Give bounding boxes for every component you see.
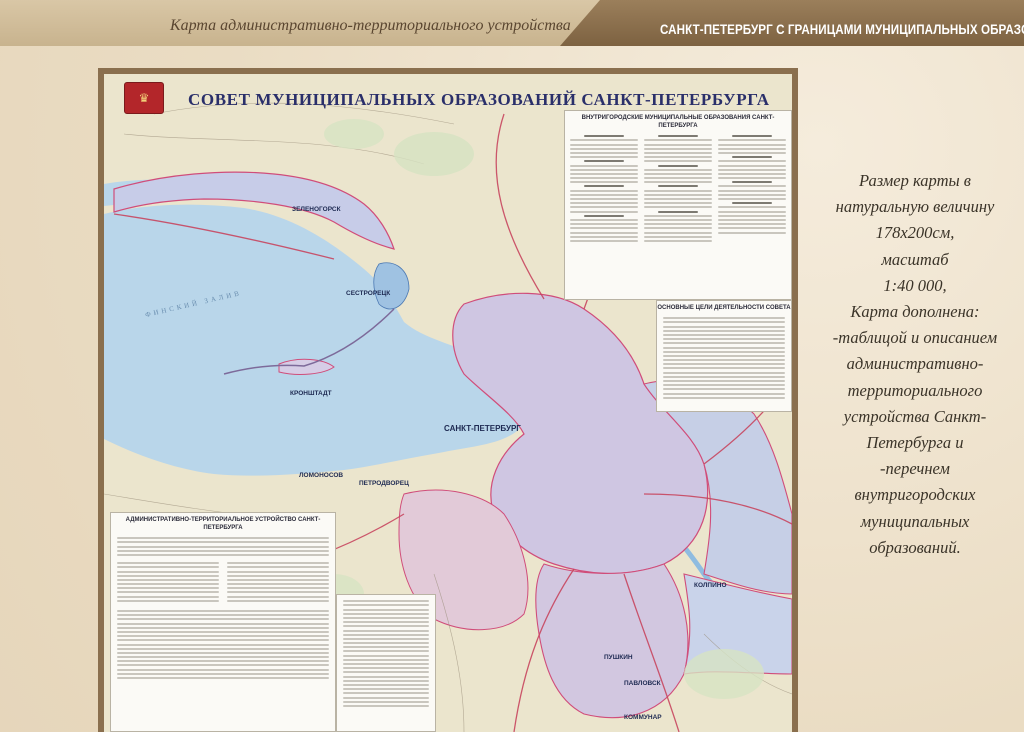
description-line: 1:40 000, <box>883 275 947 295</box>
label-lomonosov: ЛОМОНОСОВ <box>299 472 344 479</box>
history-text-panel <box>336 594 436 732</box>
admin-structure-title: АДМИНИСТРАТИВНО-ТЕРРИТОРИАЛЬНОЕ УСТРОЙСТ… <box>125 517 321 531</box>
description-line: Карта дополнена: <box>850 302 980 322</box>
label-kronshtadt: КРОНШТАДТ <box>290 390 332 397</box>
description-line: внутригородских <box>854 485 976 505</box>
admin-structure-text <box>111 532 335 684</box>
description-line: устройства Санкт- <box>843 406 987 426</box>
label-kolpino: КОЛПИНО <box>694 582 727 589</box>
description-line: -таблицой и описанием <box>832 328 998 348</box>
council-goals-panel: ОСНОВНЫЕ ЦЕЛИ ДЕЯТЕЛЬНОСТИ СОВЕТА <box>656 300 792 412</box>
label-pushkin: ПУШКИН <box>604 654 633 661</box>
districts-table-columns <box>565 130 791 247</box>
label-zelenogorsk: ЗЕЛЕНОГОРСК <box>292 206 341 213</box>
districts-table-title: ВНУТРИГОРОДСКИЕ МУНИЦИПАЛЬНЫЕ ОБРАЗОВАНИ… <box>581 115 775 129</box>
description-line: территориального <box>847 380 983 400</box>
districts-column-1 <box>570 133 638 244</box>
districts-table-panel: ВНУТРИГОРОДСКИЕ МУНИЦИПАЛЬНЫЕ ОБРАЗОВАНИ… <box>564 110 792 300</box>
label-saint-petersburg: САНКТ-ПЕТЕРБУРГ <box>444 424 521 433</box>
map-title: СОВЕТ МУНИЦИПАЛЬНЫХ ОБРАЗОВАНИЙ САНКТ-ПЕ… <box>188 90 770 109</box>
description-line: Петербурга и <box>866 433 964 453</box>
council-goals-text <box>657 312 791 404</box>
description-line: административно- <box>846 354 984 374</box>
label-sestroretsk: СЕСТРОРЕЦК <box>346 290 391 297</box>
label-pavlovsk: ПАВЛОВСК <box>624 680 661 687</box>
map-image: ♛ СОВЕТ МУНИЦИПАЛЬНЫХ ОБРАЗОВАНИЙ САНКТ-… <box>104 74 792 732</box>
admin-structure-panel: АДМИНИСТРАТИВНО-ТЕРРИТОРИАЛЬНОЕ УСТРОЙСТ… <box>110 512 336 732</box>
coat-of-arms-icon: ♛ <box>124 82 164 114</box>
description-line: натуральную величину <box>835 197 995 217</box>
header-subtitle: Карта административно-территориального у… <box>170 17 571 34</box>
header-title: САНКТ-ПЕТЕРБУРГ С ГРАНИЦАМИ МУНИЦИПАЛЬНЫ… <box>660 22 1024 37</box>
label-kommunar: КОММУНАР <box>624 714 662 721</box>
description-line: муниципальных <box>860 511 970 531</box>
description-line: -перечнем <box>880 459 950 479</box>
admin-structure-table <box>117 560 329 604</box>
description-line: Размер карты в <box>859 171 971 190</box>
districts-column-2 <box>644 133 712 244</box>
council-goals-title: ОСНОВНЫЕ ЦЕЛИ ДЕЯТЕЛЬНОСТИ СОВЕТА <box>657 305 791 311</box>
description-line: образований. <box>869 537 961 557</box>
description-line: масштаб <box>881 249 949 269</box>
description-line: 178x200см, <box>875 223 955 243</box>
label-petrodvorets: ПЕТРОДВОРЕЦ <box>359 480 409 487</box>
districts-column-3 <box>718 133 786 244</box>
map-description: Размер карты в натуральную величину 178x… <box>820 168 1010 561</box>
header-banner-left: Карта административно-территориального у… <box>0 0 600 46</box>
header-banner-right: САНКТ-ПЕТЕРБУРГ С ГРАНИЦАМИ МУНИЦИПАЛЬНЫ… <box>560 0 1024 46</box>
